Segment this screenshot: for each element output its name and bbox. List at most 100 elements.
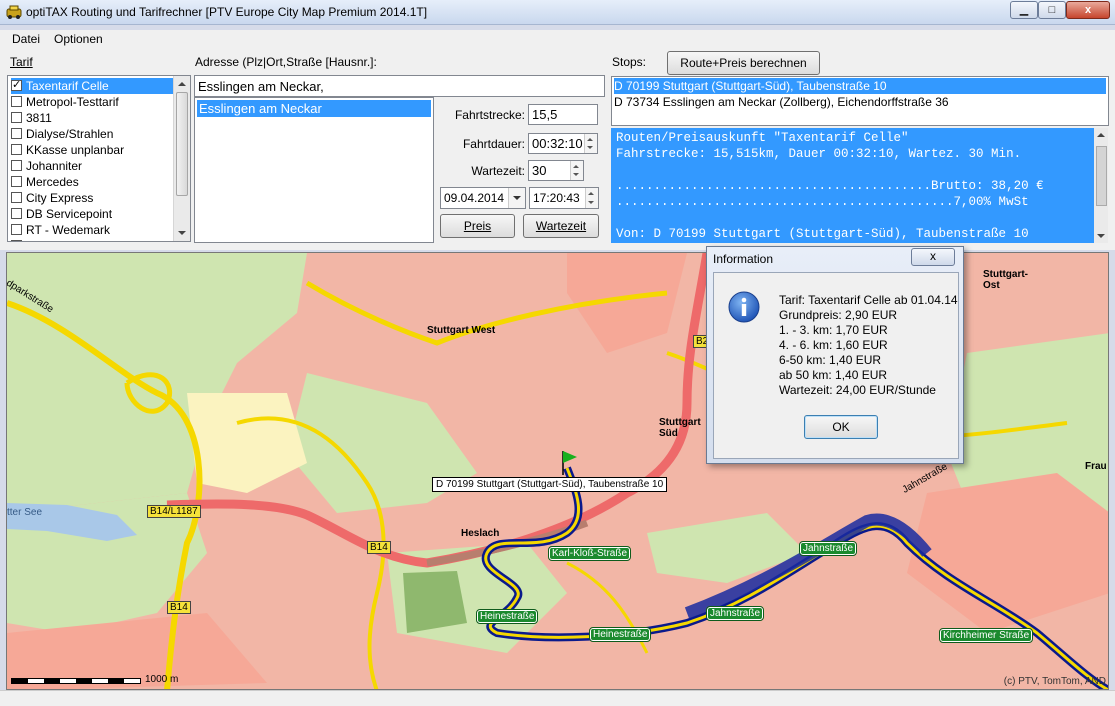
close-button[interactable]: x [1066,1,1110,19]
location-tooltip: D 70199 Stuttgart (Stuttgart-Süd), Taube… [432,477,668,492]
tarif-checkbox[interactable] [11,128,22,139]
wartezeit-value: 30 [532,163,547,178]
tarif-checkbox[interactable] [11,144,22,155]
spin-up-icon[interactable] [573,165,579,168]
scroll-down-icon[interactable] [1097,234,1105,238]
dialog-line: Grundpreis: 2,90 EUR [779,308,898,322]
place-label: Frau [1085,461,1107,472]
spin-down-icon[interactable] [573,173,579,176]
tarif-checkbox[interactable] [11,208,22,219]
ok-button[interactable]: OK [804,415,878,439]
tarif-item-label: RT - Wedemark [26,223,111,237]
street-label-heinestrasse: Heinestraße [475,609,539,624]
dialog-line: 6-50 km: 1,40 EUR [779,353,882,367]
place-stuttgart-ost: Stuttgart-Ost [983,269,1038,291]
result-scroll-thumb[interactable] [1096,146,1107,206]
place-label: Stuttgart West [427,325,496,336]
suggestion-item[interactable]: Esslingen am Neckar [197,100,431,117]
preis-button-label: Preis [463,219,492,233]
map-copyright: (c) PTV, TomTom, AND [1003,676,1106,687]
dialog-line: ab 50 km: 1,40 EUR [779,368,888,382]
date-dropdown[interactable] [508,188,525,208]
tarif-item[interactable]: KKasse unplanbar [11,142,175,158]
wartezeit-label: Wartezeit: [471,164,525,178]
tarif-item-label: Dialyse [26,239,65,241]
minimize-button[interactable]: ▁ [1010,1,1038,19]
tarif-list[interactable]: Taxentarif Celle Metropol-Testtarif 3811 Di… [7,75,191,242]
tarif-item[interactable]: Dialyse [11,238,175,241]
tarif-label-text: Tarif [10,55,33,69]
spin-down-icon[interactable] [588,201,594,204]
stop-item[interactable]: D 73734 Esslingen am Neckar (Zollberg), … [614,94,1106,110]
fahrtdauer-spin[interactable] [584,134,597,153]
result-text: Routen/Preisauskunft "Taxentarif Celle" … [611,128,1108,243]
tarif-checkbox[interactable] [11,160,22,171]
result-line: Routen/Preisauskunft "Taxentarif Celle" [616,131,909,145]
menu-optionen[interactable]: Optionen [54,32,103,46]
fahrtdauer-stepper[interactable]: 00:32:10 [528,133,598,154]
preis-button[interactable]: Preis [440,214,515,238]
tarif-item[interactable]: Mercedes [11,174,175,190]
tarif-checkbox[interactable] [11,224,22,235]
tarif-item[interactable]: Johanniter [11,158,175,174]
address-input[interactable]: Esslingen am Neckar, [194,75,605,97]
maximize-button[interactable]: □ [1038,1,1066,19]
street-label-heinestrasse: Heinestraße [588,627,652,642]
tarif-checkbox[interactable] [11,240,22,241]
scroll-up-icon[interactable] [178,82,186,86]
status-bar [0,690,1115,706]
tarif-item[interactable]: Dialyse/Strahlen [11,126,175,142]
scroll-up-icon[interactable] [1097,133,1105,137]
time-spin[interactable] [585,188,598,208]
wartezeit-button[interactable]: Wartezeit [523,214,599,238]
tarif-checkbox[interactable] [11,112,22,123]
dialog-close-button[interactable]: x [911,248,955,266]
spin-up-icon[interactable] [587,138,593,141]
street-label-jahnstrasse: Jahnstraße [705,606,765,621]
street-label-jahnstrasse: Jahnstraße [798,541,858,556]
chevron-down-icon[interactable] [513,196,521,200]
result-scrollbar[interactable] [1094,128,1108,243]
result-line: ........................................… [616,195,1029,209]
tarif-checkbox[interactable] [11,77,22,93]
tarif-checkbox[interactable] [11,192,22,203]
tarif-item[interactable]: City Express [11,190,175,206]
stop-item[interactable]: D 70199 Stuttgart (Stuttgart-Süd), Taube… [614,78,1106,94]
tarif-item[interactable]: 3811 [11,110,175,126]
dialog-line: Tarif: Taxentarif Celle ab 01.04.14 [779,293,958,307]
address-suggestions[interactable]: Esslingen am Neckar [194,97,434,243]
menu-datei[interactable]: Datei [12,32,40,46]
tarif-item-label: Johanniter [26,159,83,173]
tarif-item-label: DB Servicepoint [26,207,113,221]
tarif-checkbox[interactable] [11,176,22,187]
wartezeit-button-label: Wartezeit [535,219,587,233]
result-line: ........................................… [616,179,1044,193]
result-line: Fahrstrecke: 15,515km, Dauer 00:32:10, W… [616,147,1022,161]
stops-list[interactable]: D 70199 Stuttgart (Stuttgart-Süd), Taube… [611,76,1109,126]
tarif-scroll-thumb[interactable] [176,92,188,196]
tarif-scrollbar[interactable] [173,76,190,241]
tarif-item[interactable]: DB Servicepoint [11,206,175,222]
wartezeit-stepper[interactable]: 30 [528,160,584,181]
spin-up-icon[interactable] [588,192,594,195]
tarif-item[interactable]: Metropol-Testtarif [11,94,175,110]
tarif-item[interactable]: Taxentarif Celle [11,77,175,94]
place-frau: Frau [1085,461,1107,472]
fahrtdauer-value: 00:32:10 [532,136,583,151]
tarif-checkbox[interactable] [11,96,22,107]
fahrtstrecke-input[interactable]: 15,5 [528,104,598,125]
tarif-item-label: 3811 [26,111,52,125]
spin-down-icon[interactable] [587,146,593,149]
route-preis-button[interactable]: Route+Preis berechnen [667,51,820,75]
information-dialog: Information x Tarif: Taxentarif Celle ab… [706,246,964,464]
time-stepper[interactable]: 17:20:43 [529,187,599,209]
date-picker[interactable]: 09.04.2014 [440,187,526,209]
tarif-item-label: Metropol-Testtarif [26,95,119,109]
road-label-b14: B14 [167,601,191,614]
dialog-line: 4. - 6. km: 1,60 EUR [779,338,888,352]
result-line: Von: D 70199 Stuttgart (Stuttgart-Süd), … [616,227,1029,241]
tarif-item[interactable]: RT - Wedemark [11,222,175,238]
app-icon [6,5,22,19]
wartezeit-spin[interactable] [570,161,583,180]
scroll-down-icon[interactable] [178,231,186,235]
